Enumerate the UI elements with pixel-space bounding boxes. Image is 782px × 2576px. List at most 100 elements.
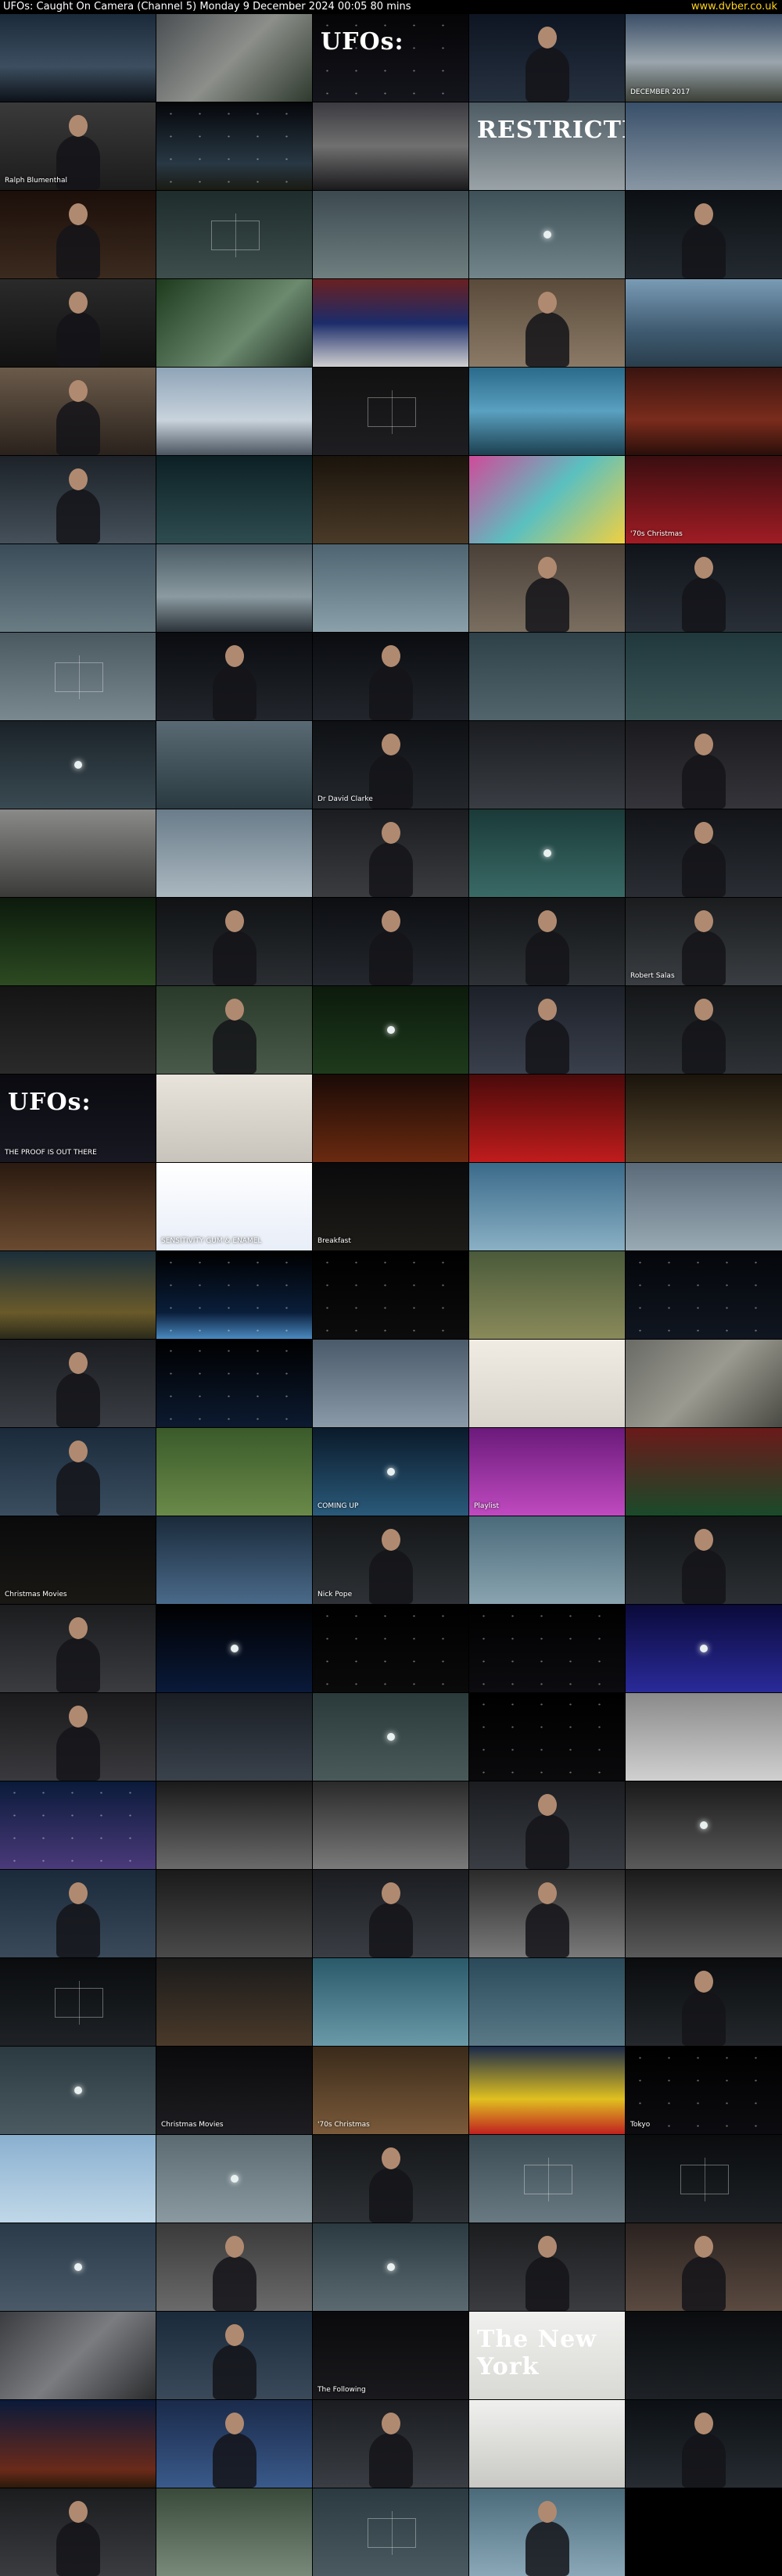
thumbnail[interactable] (469, 986, 625, 1074)
thumbnail[interactable] (0, 721, 156, 809)
thumbnail[interactable] (469, 1605, 625, 1692)
thumbnail[interactable] (156, 633, 312, 720)
thumbnail[interactable] (0, 1870, 156, 1957)
thumbnail[interactable] (0, 191, 156, 278)
thumbnail[interactable] (469, 191, 625, 278)
thumbnail[interactable] (156, 456, 312, 544)
thumbnail[interactable] (469, 2223, 625, 2311)
thumbnail[interactable] (626, 368, 782, 455)
thumbnail[interactable] (626, 986, 782, 1074)
thumbnail[interactable] (313, 279, 468, 367)
thumbnail[interactable] (156, 986, 312, 1074)
thumbnail[interactable] (469, 809, 625, 897)
thumbnail[interactable] (313, 102, 468, 190)
thumbnail[interactable] (0, 1781, 156, 1869)
thumbnail[interactable] (626, 2400, 782, 2488)
thumbnail[interactable]: Nick Pope (313, 1516, 468, 1604)
thumbnail[interactable] (626, 809, 782, 897)
thumbnail[interactable] (156, 2400, 312, 2488)
thumbnail[interactable] (156, 2135, 312, 2223)
thumbnail[interactable] (626, 2135, 782, 2223)
thumbnail[interactable] (0, 2135, 156, 2223)
thumbnail[interactable] (626, 633, 782, 720)
thumbnail[interactable] (156, 544, 312, 632)
thumbnail[interactable] (156, 1075, 312, 1162)
thumbnail[interactable] (626, 1693, 782, 1781)
thumbnail[interactable] (156, 898, 312, 985)
thumbnail[interactable]: UFOs: THE PROOF IS OUT THERE (0, 1075, 156, 1162)
thumbnail[interactable] (626, 2223, 782, 2311)
thumbnail[interactable] (469, 279, 625, 367)
thumbnail[interactable]: RESTRICTED (469, 102, 625, 190)
thumbnail[interactable] (0, 2223, 156, 2311)
thumbnail[interactable] (0, 1251, 156, 1339)
thumbnail[interactable]: UFOs: (313, 14, 468, 102)
thumbnail[interactable] (626, 721, 782, 809)
thumbnail[interactable] (626, 1516, 782, 1604)
thumbnail[interactable] (313, 986, 468, 1074)
thumbnail[interactable] (469, 1340, 625, 1427)
thumbnail[interactable] (469, 1693, 625, 1781)
thumbnail[interactable] (313, 1870, 468, 1957)
thumbnail[interactable] (626, 1958, 782, 2046)
thumbnail[interactable] (469, 1163, 625, 1250)
thumbnail[interactable] (313, 2223, 468, 2311)
thumbnail[interactable] (469, 2488, 625, 2576)
thumbnail[interactable] (626, 1781, 782, 1869)
thumbnail[interactable] (156, 368, 312, 455)
thumbnail[interactable] (469, 1516, 625, 1604)
thumbnail[interactable]: Playlist (469, 1428, 625, 1516)
thumbnail[interactable] (0, 1163, 156, 1250)
thumbnail[interactable] (626, 1605, 782, 1692)
thumbnail[interactable] (313, 368, 468, 455)
thumbnail[interactable] (156, 1251, 312, 1339)
thumbnail[interactable] (469, 1958, 625, 2046)
thumbnail[interactable] (626, 1340, 782, 1427)
thumbnail[interactable] (156, 1870, 312, 1957)
thumbnail[interactable] (0, 2047, 156, 2134)
thumbnail[interactable]: SENSITIVITY GUM & ENAMEL (156, 1163, 312, 1250)
thumbnail[interactable] (469, 721, 625, 809)
thumbnail[interactable] (313, 191, 468, 278)
thumbnail[interactable] (156, 721, 312, 809)
thumbnail[interactable] (469, 2400, 625, 2488)
thumbnail[interactable] (626, 191, 782, 278)
thumbnail[interactable] (0, 2400, 156, 2488)
thumbnail[interactable]: COMING UP (313, 1428, 468, 1516)
thumbnail[interactable] (626, 279, 782, 367)
thumbnail[interactable] (156, 1605, 312, 1692)
thumbnail[interactable] (0, 1428, 156, 1516)
thumbnail[interactable] (156, 2223, 312, 2311)
thumbnail[interactable]: The New York (469, 2312, 625, 2399)
thumbnail[interactable] (469, 368, 625, 455)
thumbnail[interactable] (313, 1340, 468, 1427)
thumbnail[interactable]: Breakfast (313, 1163, 468, 1250)
thumbnail[interactable] (156, 279, 312, 367)
thumbnail[interactable] (0, 1958, 156, 2046)
thumbnail[interactable] (0, 633, 156, 720)
thumbnail[interactable] (0, 368, 156, 455)
thumbnail[interactable] (156, 2312, 312, 2399)
thumbnail[interactable]: DECEMBER 2017 (626, 14, 782, 102)
thumbnail[interactable]: '70s Christmas (313, 2047, 468, 2134)
thumbnail[interactable] (469, 1870, 625, 1957)
thumbnail[interactable]: Robert Salas (626, 898, 782, 985)
thumbnail[interactable]: Dr David Clarke (313, 721, 468, 809)
thumbnail[interactable] (313, 633, 468, 720)
thumbnail[interactable] (0, 2488, 156, 2576)
thumbnail[interactable] (156, 102, 312, 190)
thumbnail[interactable]: Christmas Movies (0, 1516, 156, 1604)
thumbnail[interactable] (313, 898, 468, 985)
thumbnail[interactable] (626, 102, 782, 190)
thumbnail[interactable] (469, 1781, 625, 1869)
thumbnail[interactable] (156, 1516, 312, 1604)
thumbnail[interactable] (469, 2135, 625, 2223)
thumbnail[interactable] (0, 456, 156, 544)
thumbnail[interactable] (626, 1251, 782, 1339)
thumbnail[interactable] (313, 809, 468, 897)
thumbnail[interactable] (469, 544, 625, 632)
thumbnail[interactable] (156, 1958, 312, 2046)
thumbnail[interactable] (0, 1340, 156, 1427)
thumbnail[interactable] (156, 2488, 312, 2576)
thumbnail[interactable] (156, 14, 312, 102)
